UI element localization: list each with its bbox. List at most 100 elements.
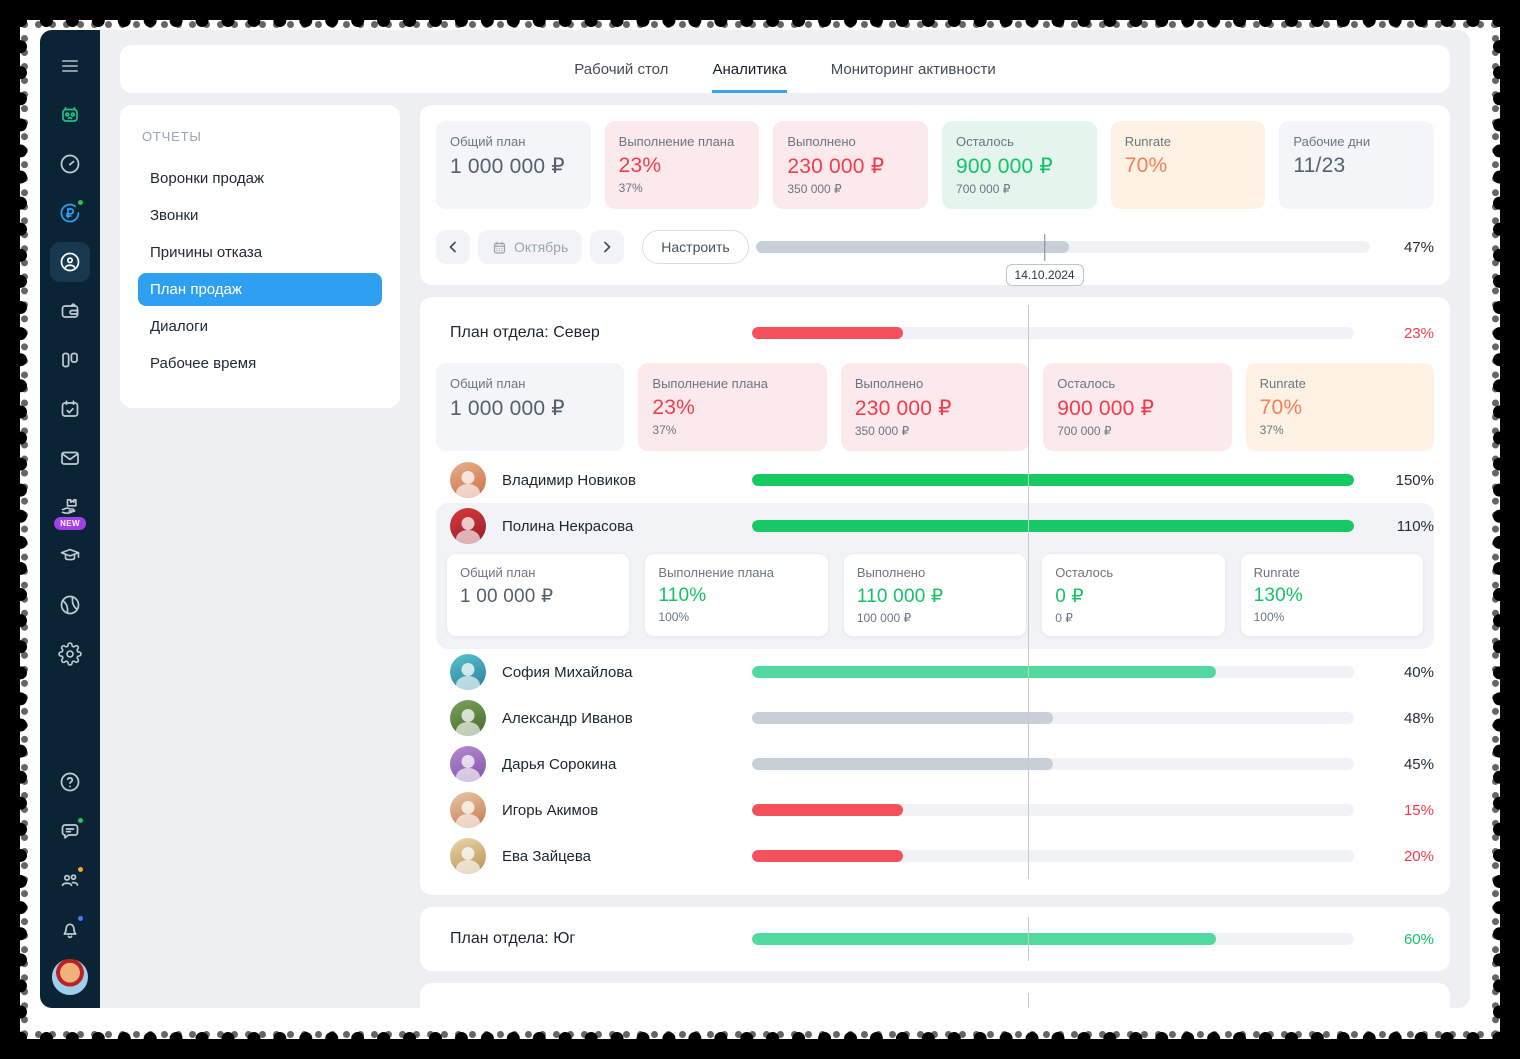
member-name: Игорь Акимов bbox=[502, 802, 598, 819]
progress-fill bbox=[752, 520, 1354, 532]
today-marker-line bbox=[1028, 993, 1029, 1008]
user-avatar[interactable] bbox=[51, 958, 89, 996]
department-north-header: План отдела: Север 23% bbox=[436, 313, 1434, 353]
progress-percent: 20% bbox=[1370, 848, 1434, 865]
reports-title: ОТЧЕТЫ bbox=[142, 129, 378, 144]
stat-card-completed: Выполнено 110 000 ₽ 100 000 ₽ bbox=[843, 553, 1027, 637]
tab-analytics[interactable]: Аналитика bbox=[712, 45, 786, 93]
notifications-bell-icon[interactable] bbox=[50, 909, 90, 949]
progress-track bbox=[752, 850, 1354, 862]
today-marker-line bbox=[1028, 917, 1029, 961]
member-name: Дарья Сорокина bbox=[502, 756, 616, 773]
progress-percent: 60% bbox=[1370, 931, 1434, 948]
stat-card-plan-completion: Выполнение плана 110% 100% bbox=[644, 553, 828, 637]
report-item-calls[interactable]: Звонки bbox=[138, 199, 382, 232]
ruble-payments-icon[interactable] bbox=[50, 193, 90, 233]
report-item-refusal-reasons[interactable]: Причины отказа bbox=[138, 236, 382, 269]
progress-track bbox=[752, 327, 1354, 339]
browser-icon[interactable] bbox=[50, 585, 90, 625]
period-navigation: Октябрь Настроить 14.1 bbox=[436, 225, 1434, 269]
member-avatar bbox=[450, 792, 486, 828]
stat-card-remaining: Осталось 900 000 ₽ 700 000 ₽ bbox=[942, 121, 1097, 209]
month-selector-button[interactable]: Октябрь bbox=[478, 230, 582, 264]
stat-card-working-days: Рабочие дни 11/23 bbox=[1279, 121, 1434, 209]
stat-card-remaining: Осталось 0 ₽ 0 ₽ bbox=[1041, 553, 1225, 637]
period-progress: 14.10.2024 bbox=[756, 241, 1370, 253]
reports-panel: ОТЧЕТЫ Воронки продаж Звонки Причины отк… bbox=[120, 105, 400, 408]
mail-icon[interactable] bbox=[50, 438, 90, 478]
stat-card-completed: Выполнено 230 000 ₽ 350 000 ₽ bbox=[841, 363, 1029, 451]
progress-fill bbox=[756, 241, 1069, 253]
member-name: Полина Некрасова bbox=[502, 518, 633, 535]
stat-card-remaining: Осталось 900 000 ₽ 700 000 ₽ bbox=[1043, 363, 1231, 451]
managers-plans-card[interactable]: Планы менеджеров 47% bbox=[420, 983, 1450, 1008]
next-month-button[interactable] bbox=[590, 230, 624, 264]
kanban-icon[interactable] bbox=[50, 340, 90, 380]
member-avatar bbox=[450, 746, 486, 782]
progress-percent: 48% bbox=[1370, 710, 1434, 727]
member-name: Ева Зайцева bbox=[502, 848, 591, 865]
department-south-card[interactable]: План отдела: Юг 60% bbox=[420, 907, 1450, 971]
progress-track bbox=[752, 804, 1354, 816]
progress-track bbox=[752, 712, 1354, 724]
stat-card-total-plan: Общий план 1 000 000 ₽ bbox=[436, 363, 624, 451]
progress-fill bbox=[752, 933, 1216, 945]
progress-fill bbox=[752, 804, 903, 816]
prev-month-button[interactable] bbox=[436, 230, 470, 264]
stat-card-plan-completion: Выполнение плана 23% 37% bbox=[605, 121, 760, 209]
stat-card-total-plan: Общий план 1 00 000 ₽ bbox=[446, 553, 630, 637]
notification-dot bbox=[76, 816, 85, 825]
progress-percent: 15% bbox=[1370, 802, 1434, 819]
notification-dot bbox=[76, 865, 85, 874]
department-north-card: План отдела: Север 23% Общий план 1 000 … bbox=[420, 297, 1450, 895]
stat-card-completed: Выполнено 230 000 ₽ 350 000 ₽ bbox=[773, 121, 928, 209]
member-row[interactable]: Александр Иванов 48% bbox=[436, 695, 1434, 741]
configure-button[interactable]: Настроить bbox=[642, 230, 748, 264]
wallet-icon[interactable] bbox=[50, 291, 90, 331]
report-item-sales-funnels[interactable]: Воронки продаж bbox=[138, 162, 382, 195]
education-icon[interactable] bbox=[50, 536, 90, 576]
progress-track bbox=[752, 666, 1354, 678]
report-item-dialogs[interactable]: Диалоги bbox=[138, 310, 382, 343]
dashboard-icon[interactable] bbox=[50, 144, 90, 184]
help-icon[interactable] bbox=[50, 762, 90, 802]
today-marker-line bbox=[1028, 305, 1029, 879]
team-icon[interactable] bbox=[50, 860, 90, 900]
member-name: Александр Иванов bbox=[502, 710, 633, 727]
member-row[interactable]: Игорь Акимов 15% bbox=[436, 787, 1434, 833]
progress-percent: 110% bbox=[1370, 518, 1434, 535]
member-row[interactable]: Ева Зайцева 20% bbox=[436, 833, 1434, 879]
new-badge: NEW bbox=[54, 517, 86, 530]
member-row[interactable]: Владимир Новиков 150% bbox=[436, 457, 1434, 503]
chat-icon[interactable] bbox=[50, 811, 90, 851]
progress-track bbox=[752, 474, 1354, 486]
report-item-sales-plan[interactable]: План продаж bbox=[138, 273, 382, 306]
tab-desktop[interactable]: Рабочий стол bbox=[574, 45, 668, 93]
progress-track bbox=[752, 758, 1354, 770]
knowledge-icon[interactable]: NEW bbox=[50, 487, 90, 527]
menu-icon[interactable] bbox=[50, 46, 90, 86]
stat-card-runrate: Runrate 70% bbox=[1111, 121, 1266, 209]
progress-fill bbox=[752, 666, 1216, 678]
progress-fill bbox=[752, 474, 1354, 486]
tab-activity-monitoring[interactable]: Мониторинг активности bbox=[831, 45, 996, 93]
member-row[interactable]: София Михайлова 40% bbox=[436, 649, 1434, 695]
calendar-small-icon bbox=[492, 240, 507, 255]
member-row[interactable]: Дарья Сорокина 45% bbox=[436, 741, 1434, 787]
report-item-working-time[interactable]: Рабочее время bbox=[138, 347, 382, 380]
section-title: План отдела: Юг bbox=[436, 930, 736, 948]
member-avatar bbox=[450, 838, 486, 874]
today-marker-line bbox=[1044, 234, 1046, 261]
top-tabbar: Рабочий стол Аналитика Мониторинг активн… bbox=[120, 45, 1450, 93]
contacts-icon-active[interactable] bbox=[50, 242, 90, 282]
member-row[interactable]: Полина Некрасова 110% bbox=[436, 503, 1434, 549]
member-expanded-block: Полина Некрасова 110% Общий план 1 00 00… bbox=[436, 503, 1434, 649]
calendar-icon[interactable] bbox=[50, 389, 90, 429]
progress-fill bbox=[752, 712, 1053, 724]
section-title: План отдела: Север bbox=[436, 324, 736, 342]
member-avatar bbox=[450, 462, 486, 498]
stat-card-total-plan: Общий план 1 000 000 ₽ bbox=[436, 121, 591, 209]
robot-icon[interactable] bbox=[50, 95, 90, 135]
settings-icon[interactable] bbox=[50, 634, 90, 674]
stat-card-runrate: Runrate 70% 37% bbox=[1246, 363, 1434, 451]
